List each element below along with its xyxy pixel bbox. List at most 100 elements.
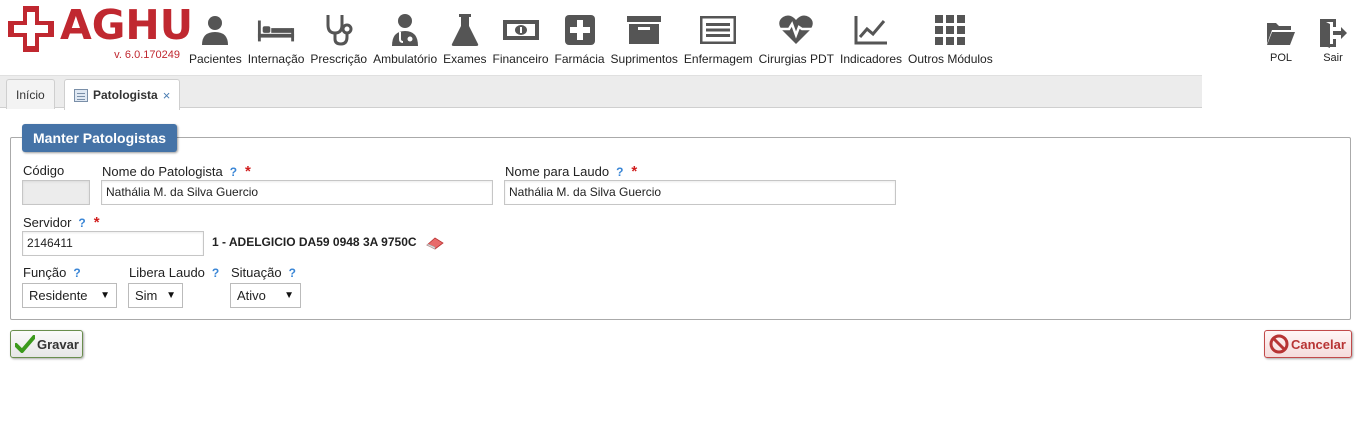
help-icon[interactable]: ? [230, 165, 237, 179]
servidor-name: 1 - ADELGICIO DA59 0948 3A 9750C [212, 235, 417, 249]
cancelar-label: Cancelar [1291, 336, 1346, 352]
libera-laudo-select[interactable]: Sim ▼ [128, 283, 183, 308]
pharmacy-cross-icon [561, 12, 599, 48]
grid-icon [931, 12, 969, 48]
eraser-icon[interactable] [425, 236, 445, 250]
app-version: v. 6.0.170249 [114, 49, 180, 61]
module-label: Outros Módulos [908, 52, 993, 66]
archive-box-icon [625, 12, 663, 48]
codigo-label: Código [23, 163, 64, 178]
nome-laudo-label: Nome para Laudo ? * [505, 163, 637, 180]
nome-patologista-input[interactable]: Nathália M. da Silva Guercio [101, 180, 493, 205]
module-label: Prescrição [310, 52, 368, 66]
tab-bar: Início Patologista × [0, 75, 1202, 110]
module-label: Enfermagem [683, 52, 753, 66]
funcao-label: Função ? [23, 265, 81, 280]
help-icon[interactable]: ? [289, 266, 296, 280]
required-icon: * [93, 214, 100, 231]
doctor-icon [386, 12, 424, 48]
nome-laudo-label-text: Nome para Laudo [505, 164, 610, 179]
module-suprimentos[interactable]: Suprimentos [608, 12, 681, 72]
dropdown-arrow-icon: ▼ [100, 290, 110, 301]
module-label: Farmácia [554, 52, 605, 66]
module-label: Internação [247, 52, 305, 66]
tab-patologista[interactable]: Patologista × [64, 79, 181, 110]
module-prescricao[interactable]: Prescrição [307, 12, 370, 72]
nome-laudo-input[interactable]: Nathália M. da Silva Guercio [504, 180, 896, 205]
help-icon[interactable]: ? [78, 216, 85, 230]
sair-button[interactable]: Sair [1316, 16, 1350, 64]
module-label: Cirurgias PDT [758, 52, 834, 66]
flask-icon [446, 12, 484, 48]
list-icon [699, 12, 737, 48]
heartbeat-icon [777, 12, 815, 48]
servidor-label-text: Servidor [23, 215, 72, 230]
dropdown-arrow-icon: ▼ [166, 290, 176, 301]
servidor-label: Servidor ? * [23, 214, 100, 231]
dropdown-arrow-icon: ▼ [284, 290, 294, 301]
libera-laudo-label-text: Libera Laudo [129, 265, 205, 280]
libera-laudo-label: Libera Laudo ? [129, 265, 219, 280]
help-icon[interactable]: ? [616, 165, 623, 179]
logo-text: AGHU [60, 1, 193, 49]
module-enfermagem[interactable]: Enfermagem [681, 12, 756, 72]
funcao-selected: Residente [29, 288, 88, 303]
pol-button[interactable]: POL [1264, 16, 1298, 64]
module-label: Suprimentos [610, 52, 678, 66]
servidor-input[interactable]: 2146411 [22, 231, 204, 256]
required-icon: * [631, 163, 638, 180]
tab-label: Patologista [93, 88, 158, 102]
form-legend: Manter Patologistas [22, 124, 178, 152]
module-outros-modulos[interactable]: Outros Módulos [905, 12, 996, 72]
person-icon [196, 12, 234, 48]
cancel-icon [1269, 334, 1289, 354]
tab-label: Início [16, 87, 45, 102]
header-actions: POL Sair [1246, 16, 1350, 64]
module-label: Indicadores [839, 52, 903, 66]
module-label: Financeiro [492, 52, 549, 66]
app-logo[interactable]: AGHU v. 6.0.170249 [6, 1, 193, 62]
folder-open-icon [1264, 16, 1298, 50]
gravar-button[interactable]: Gravar [10, 330, 83, 358]
libera-laudo-selected: Sim [135, 288, 158, 303]
nome-patologista-label-text: Nome do Patologista [102, 164, 223, 179]
gravar-label: Gravar [37, 336, 79, 352]
module-pacientes[interactable]: Pacientes [186, 12, 245, 72]
required-icon: * [245, 163, 251, 180]
funcao-select[interactable]: Residente ▼ [22, 283, 117, 308]
cancelar-button[interactable]: Cancelar [1264, 330, 1352, 358]
aghu-cross-icon [8, 6, 54, 52]
codigo-label-text: Código [23, 163, 65, 178]
module-farmacia[interactable]: Farmácia [552, 12, 608, 72]
funcao-label-text: Função [23, 265, 67, 280]
help-icon[interactable]: ? [212, 266, 219, 280]
exit-door-icon [1316, 16, 1350, 50]
module-cirurgias-pdt[interactable]: Cirurgias PDT [756, 12, 837, 72]
bed-icon [257, 12, 295, 48]
line-chart-icon [852, 12, 890, 48]
nome-patologista-label: Nome do Patologista ? * [102, 163, 251, 180]
situacao-selected: Ativo [237, 288, 266, 303]
situacao-select[interactable]: Ativo ▼ [230, 283, 301, 308]
module-menu: Pacientes Internação Prescrição Ambulató… [186, 12, 996, 72]
module-indicadores[interactable]: Indicadores [837, 12, 905, 72]
module-exames[interactable]: Exames [440, 12, 489, 72]
sair-label: Sair [1323, 52, 1343, 64]
module-label: Exames [443, 52, 487, 66]
help-icon[interactable]: ? [73, 266, 80, 280]
situacao-label: Situação ? [231, 265, 296, 280]
pol-label: POL [1269, 52, 1292, 64]
situacao-label-text: Situação [231, 265, 282, 280]
stethoscope-icon [320, 12, 358, 48]
module-financeiro[interactable]: Financeiro [490, 12, 552, 72]
module-internacao[interactable]: Internação [245, 12, 308, 72]
money-icon [502, 12, 540, 48]
tab-inicio[interactable]: Início [6, 79, 55, 109]
module-label: Ambulatório [373, 52, 438, 66]
module-label: Pacientes [189, 52, 242, 66]
close-tab-icon[interactable]: × [163, 88, 171, 103]
form-icon [74, 88, 88, 102]
module-ambulatorio[interactable]: Ambulatório [370, 12, 440, 72]
checkmark-icon [15, 334, 35, 354]
codigo-field[interactable] [22, 180, 90, 205]
